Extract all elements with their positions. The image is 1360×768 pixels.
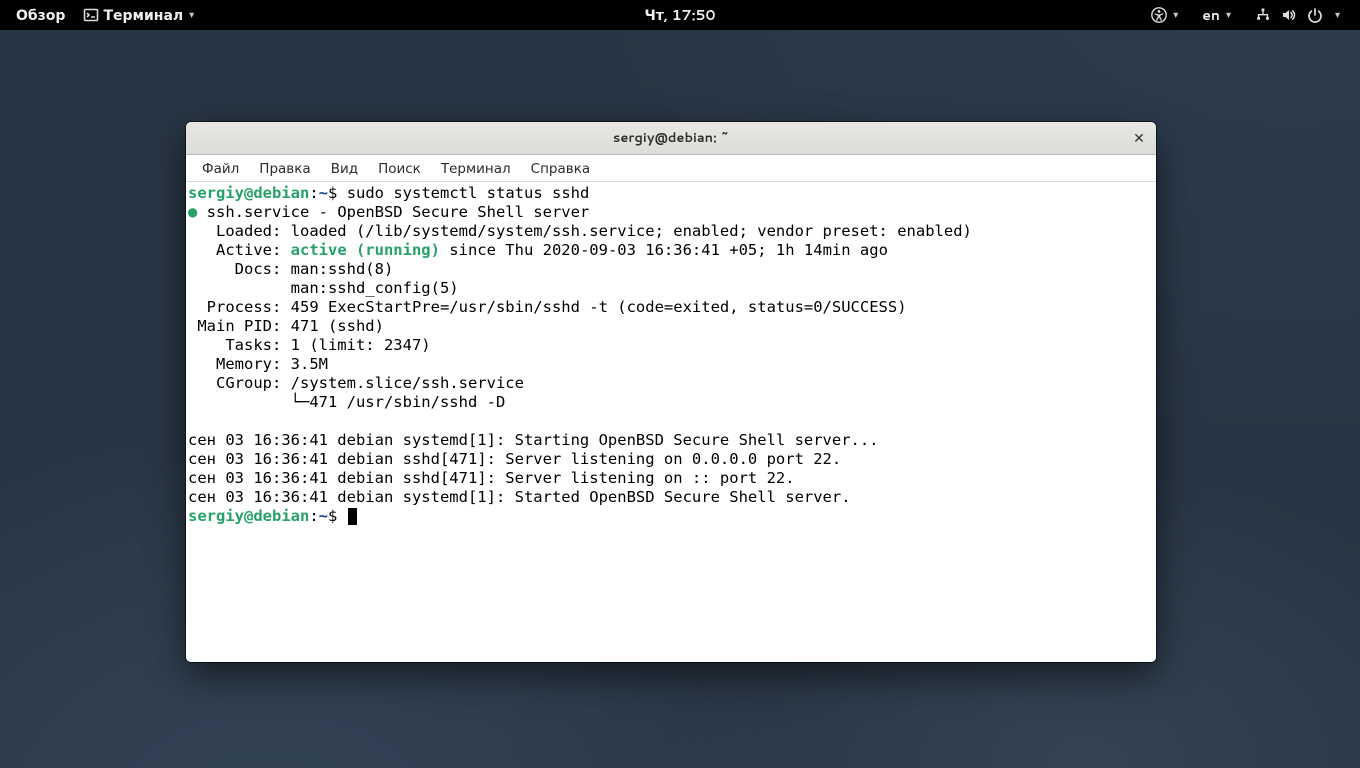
menu-view[interactable]: Вид [321,156,368,181]
menu-edit[interactable]: Правка [249,156,320,181]
out-line: Process: 459 ExecStartPre=/usr/sbin/sshd… [188,298,907,316]
menu-terminal[interactable]: Терминал [431,156,521,181]
prompt-sep: : [309,507,318,525]
prompt-path: ~ [319,507,328,525]
terminal-viewport[interactable]: sergiy@debian:~$ sudo systemctl status s… [186,182,1156,662]
clock-label: Чт, 17:50 [644,5,715,25]
prompt-path: ~ [319,184,328,202]
menu-help[interactable]: Справка [521,156,600,181]
system-status-menu[interactable]: ▾ [1249,5,1346,25]
chevron-down-icon: ▾ [1335,8,1340,22]
power-icon [1307,7,1323,23]
out-line: CGroup: /system.slice/ssh.service [188,374,524,392]
activities-label: Обзор [16,5,65,25]
activities-button[interactable]: Обзор [10,3,71,27]
close-icon: ✕ [1133,128,1145,148]
menu-file[interactable]: Файл [192,156,249,181]
log-line: сен 03 16:36:41 debian systemd[1]: Start… [188,488,851,506]
menubar: Файл Правка Вид Поиск Терминал Справка [186,155,1156,182]
keyboard-layout-menu[interactable]: en ▾ [1196,3,1237,27]
terminal-window: sergiy@debian: ~ ✕ Файл Правка Вид Поиск… [186,122,1156,662]
out-line: man:sshd_config(5) [188,279,459,297]
window-titlebar[interactable]: sergiy@debian: ~ ✕ [186,122,1156,155]
terminal-icon [83,7,99,23]
volume-icon [1281,7,1297,23]
out-line: Active: [188,241,291,259]
accessibility-menu[interactable]: ▾ [1145,5,1184,25]
log-line: сен 03 16:36:41 debian systemd[1]: Start… [188,431,879,449]
out-line: since Thu 2020-09-03 16:36:41 +05; 1h 14… [440,241,888,259]
out-line: Docs: man:sshd(8) [188,260,393,278]
active-status: active (running) [291,241,440,259]
log-line: сен 03 16:36:41 debian sshd[471]: Server… [188,469,795,487]
chevron-down-icon: ▾ [189,8,194,22]
out-line: Memory: 3.5M [188,355,328,373]
command-1: sudo systemctl status sshd [347,184,590,202]
prompt-dollar: $ [328,184,347,202]
prompt-dollar: $ [328,507,347,525]
log-line: сен 03 16:36:41 debian sshd[471]: Server… [188,450,841,468]
prompt-user: sergiy@debian [188,507,309,525]
app-menu-label: Терминал [103,5,183,25]
prompt-user: sergiy@debian [188,184,309,202]
out-line: ssh.service - OpenBSD Secure Shell serve… [197,203,589,221]
network-icon [1255,7,1271,23]
app-menu-button[interactable]: Терминал ▾ [77,3,200,27]
out-line: Tasks: 1 (limit: 2347) [188,336,431,354]
keyboard-layout-label: en [1202,5,1220,25]
clock-button[interactable]: Чт, 17:50 [638,3,721,27]
out-line: └─471 /usr/sbin/sshd -D [188,393,505,411]
window-close-button[interactable]: ✕ [1128,127,1150,149]
menu-search[interactable]: Поиск [368,156,431,181]
out-line: Main PID: 471 (sshd) [188,317,384,335]
terminal-cursor [348,508,357,525]
chevron-down-icon: ▾ [1226,8,1231,22]
status-dot: ● [188,203,197,221]
window-title: sergiy@debian: ~ [613,129,729,147]
out-line: Loaded: loaded (/lib/systemd/system/ssh.… [188,222,972,240]
gnome-top-panel: Обзор Терминал ▾ Чт, 17:50 [0,0,1360,30]
chevron-down-icon: ▾ [1173,8,1178,22]
accessibility-icon [1151,7,1167,23]
prompt-sep: : [309,184,318,202]
